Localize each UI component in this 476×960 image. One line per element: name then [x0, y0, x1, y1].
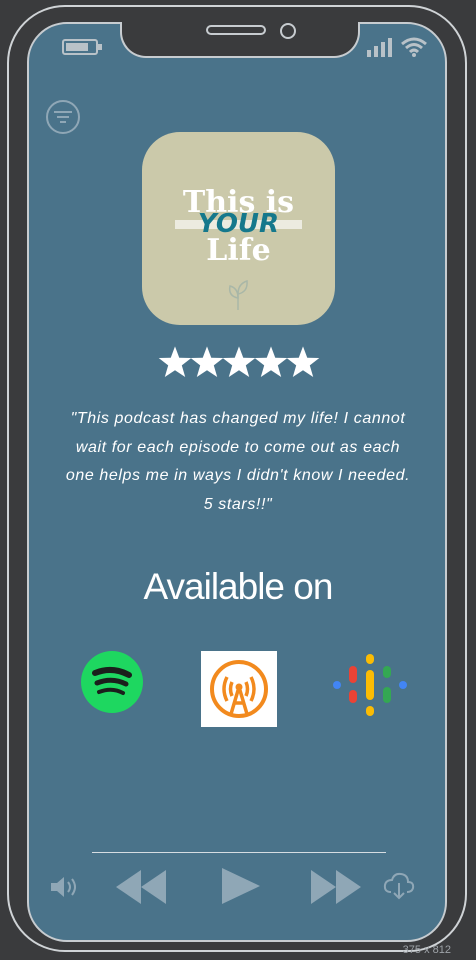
cover-title-line3: Life: [206, 233, 271, 268]
star-icon: [254, 346, 288, 378]
viewport-size-label: 375 x 812: [402, 944, 451, 956]
sprout-icon: [228, 279, 248, 310]
star-icon: [286, 346, 320, 378]
progress-track[interactable]: [92, 852, 386, 853]
star-rating: [158, 344, 320, 384]
star-icon: [222, 346, 256, 378]
google-podcasts-icon[interactable]: [330, 652, 410, 718]
star-icon: [190, 346, 224, 378]
spotify-icon[interactable]: [81, 651, 143, 713]
star-icon: [158, 346, 192, 378]
rewind-icon[interactable]: [116, 870, 166, 904]
podcast-cover: This is YOUR Life: [142, 132, 335, 325]
wifi-icon: [401, 37, 427, 57]
notch-camera: [280, 23, 296, 39]
download-icon[interactable]: [383, 872, 415, 900]
overcast-icon[interactable]: [201, 651, 277, 727]
review-quote: "This podcast has changed my life! I can…: [65, 410, 411, 513]
battery-icon: [62, 39, 102, 55]
notch-speaker: [206, 25, 266, 35]
volume-icon[interactable]: [49, 875, 79, 899]
play-icon[interactable]: [222, 868, 260, 904]
filter-icon[interactable]: [45, 99, 81, 135]
available-on-heading: Available on: [143, 566, 334, 607]
signal-icon: [367, 38, 392, 57]
fast-forward-icon[interactable]: [311, 870, 361, 904]
